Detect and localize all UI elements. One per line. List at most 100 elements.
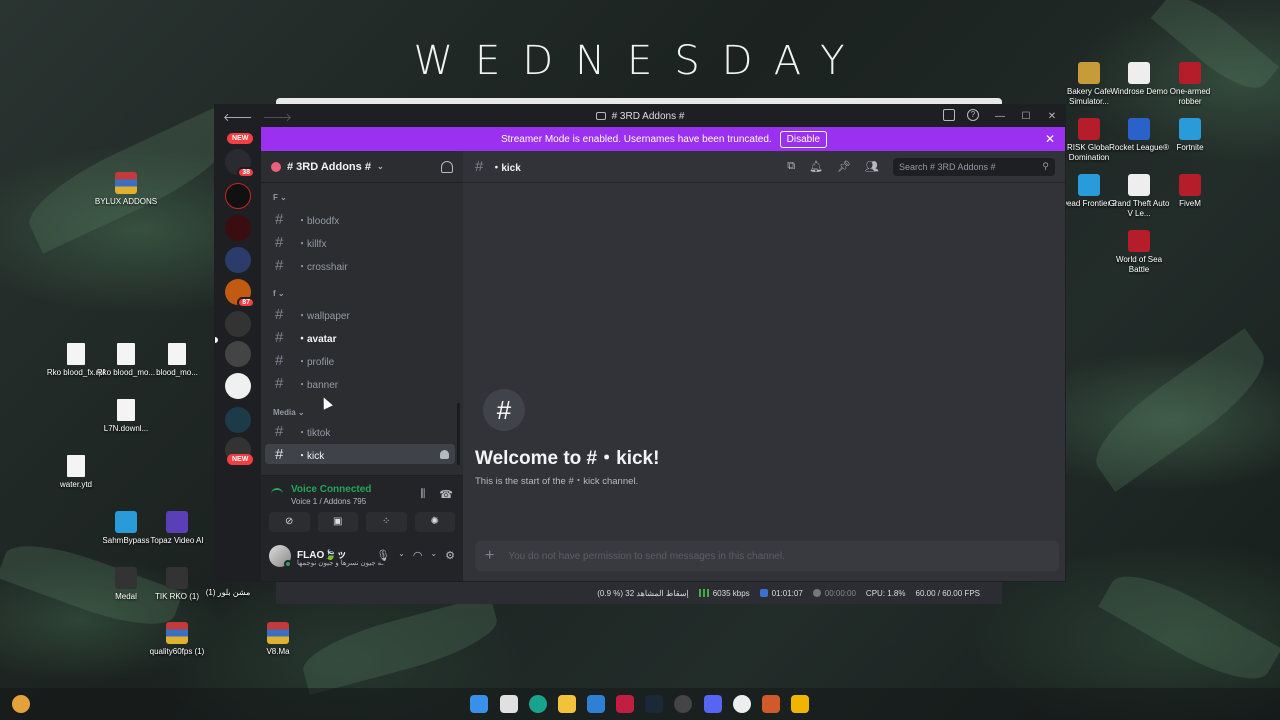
server-icon[interactable]: 87 (225, 279, 255, 308)
hash-icon: # (275, 233, 284, 251)
sidebar-scrollbar[interactable] (457, 403, 460, 465)
server-icon[interactable] (225, 373, 251, 399)
camera-off-icon[interactable]: ⊘ (269, 512, 310, 532)
live-group: 01:01:07 (759, 589, 803, 598)
notification-bell-icon[interactable]: 🔔︎ (809, 160, 823, 173)
avatar[interactable] (269, 545, 292, 568)
server-icon[interactable] (225, 407, 251, 433)
desktop-icon-l7n[interactable]: L7N.downl... (94, 399, 158, 434)
chat-area: # ・kick ⧉ 🔔︎ 📌︎ 👥︎ Search # 3RD Addons #… (463, 151, 1065, 581)
channel-item-unread[interactable]: # ・avatar (265, 327, 455, 347)
close-icon[interactable]: ✕ (1039, 111, 1065, 122)
inbox-icon[interactable] (943, 109, 955, 121)
channel-item[interactable]: # ・bloodfx (265, 209, 455, 229)
channel-item[interactable]: # ・killfx (265, 232, 455, 252)
task-view-icon[interactable] (500, 695, 518, 713)
noise-suppression-icon[interactable]: ⫼ (420, 488, 425, 501)
desktop-icon-bylux[interactable]: BYLUX ADDONS (94, 172, 158, 207)
threads-icon[interactable]: ⧉ (787, 160, 795, 173)
desktop-icon-water[interactable]: water.ytd (44, 455, 108, 490)
server-icon[interactable] (225, 311, 251, 337)
channel-item[interactable]: # ・banner (265, 373, 455, 393)
member-list-icon[interactable]: 👥︎ (865, 160, 879, 173)
obs-icon[interactable] (733, 695, 751, 713)
game-icon (1179, 118, 1201, 140)
forward-arrow-icon[interactable]: 🡒 (263, 110, 293, 124)
game-icon (1179, 62, 1201, 84)
desktop-icon-fivem[interactable]: FiveM (1158, 174, 1222, 209)
guild-header[interactable]: # 3RD Addons # ⌄ (261, 151, 463, 183)
app-icon[interactable] (791, 695, 809, 713)
pin-icon[interactable]: 📌︎ (837, 160, 851, 173)
microphone-icon[interactable]: 🎙 (376, 549, 390, 562)
file-explorer-icon[interactable] (558, 695, 576, 713)
server-icon[interactable] (225, 247, 251, 273)
server-icon[interactable] (225, 215, 251, 241)
desktop-icon-onearmed[interactable]: One-armed robber (1158, 62, 1222, 107)
new-badge: NEW (227, 454, 254, 465)
voice-connected-panel: Voice Connected Voice 1 / Addons 795 ⫼ ☎… (261, 475, 463, 535)
desktop-icon-mshn[interactable]: مشن بلور (1) (196, 588, 260, 598)
settings-gear-icon[interactable]: ⚙ (445, 549, 455, 562)
server-icon[interactable] (225, 341, 251, 367)
channel-item-active[interactable]: # ・kick (265, 444, 455, 464)
channel-header: # ・kick ⧉ 🔔︎ 📌︎ 👥︎ Search # 3RD Addons #… (463, 151, 1065, 183)
desktop-icon-fortnite[interactable]: Fortnite (1158, 118, 1222, 153)
hash-icon: # (275, 422, 284, 440)
start-icon[interactable] (470, 695, 488, 713)
hash-icon: # (475, 158, 484, 175)
desktop-icon-blood-mo[interactable]: blood_mo... (145, 343, 209, 378)
store-icon[interactable] (587, 695, 605, 713)
channel-item[interactable]: # ・crosshair (265, 255, 455, 275)
discord-icon[interactable] (704, 695, 722, 713)
search-icon: ⚲ (1042, 161, 1049, 171)
screen-share-icon[interactable]: ▣ (317, 512, 358, 532)
soundboard-icon[interactable]: ✺ (414, 512, 455, 532)
steam-icon[interactable] (645, 695, 663, 713)
window-title: # 3RD Addons # (595, 111, 684, 122)
maximize-icon[interactable]: ☐ (1013, 111, 1039, 122)
rec-group: 00:00:00 (812, 589, 856, 598)
message-composer[interactable]: + You do not have permission to send mes… (475, 541, 1059, 571)
disable-streamer-mode-button[interactable]: Disable (779, 130, 828, 148)
minimize-icon[interactable]: — (987, 111, 1013, 122)
guild-icon (271, 161, 281, 172)
desktop-icon-quality[interactable]: quality60fps (1) (145, 622, 209, 657)
activities-icon[interactable]: ⁘ (366, 512, 407, 532)
category-header[interactable]: F ⌄ (273, 193, 287, 202)
game-icon (1179, 174, 1201, 196)
channel-hash-icon: # (483, 389, 525, 431)
server-icon[interactable] (225, 183, 251, 209)
edge-icon[interactable] (529, 695, 547, 713)
chevron-down-icon[interactable]: ⌄ (398, 549, 405, 562)
new-badge: NEW (227, 133, 254, 144)
invite-icon[interactable] (440, 449, 449, 459)
banner-close-icon[interactable]: ✕ (1045, 132, 1055, 146)
channel-item[interactable]: # ・profile (265, 350, 455, 370)
add-attachment-icon[interactable]: + (485, 547, 494, 565)
invite-people-icon[interactable] (441, 160, 453, 173)
disconnect-icon[interactable]: ☎ (439, 488, 453, 501)
server-icon[interactable]: 38 (225, 149, 255, 178)
fps-readout: 60.00 / 60.00 FPS (915, 588, 981, 598)
search-input[interactable]: Search # 3RD Addons # ⚲ (893, 157, 1055, 176)
weather-icon[interactable] (12, 695, 30, 713)
headphones-icon[interactable]: ◠ (413, 549, 423, 562)
desktop-icon-worldsea[interactable]: World of Sea Battle (1107, 230, 1171, 275)
app-icon[interactable] (674, 695, 692, 713)
fivem-icon[interactable] (616, 695, 634, 713)
voice-actions: ⫼ ☎ (420, 488, 453, 501)
channel-item[interactable]: # ・tiktok (265, 421, 455, 441)
voice-status[interactable]: Voice Connected Voice 1 / Addons 795 (271, 484, 371, 506)
back-arrow-icon[interactable]: 🡐 (223, 110, 253, 124)
category-header[interactable]: Media ⌄ (273, 408, 305, 417)
channel-item[interactable]: # ・wallpaper (265, 304, 455, 324)
server-list: NEW 38 87 NEW (215, 127, 261, 581)
chevron-down-icon[interactable]: ⌄ (430, 549, 437, 562)
app-icon[interactable] (762, 695, 780, 713)
desktop-icon-v8[interactable]: V8.Ma (246, 622, 310, 657)
category-header[interactable]: f ⌄ (273, 289, 285, 298)
hash-icon: # (275, 256, 284, 274)
help-icon[interactable]: ? (967, 109, 979, 121)
desktop-icon-topaz[interactable]: Topaz Video AI (145, 511, 209, 546)
